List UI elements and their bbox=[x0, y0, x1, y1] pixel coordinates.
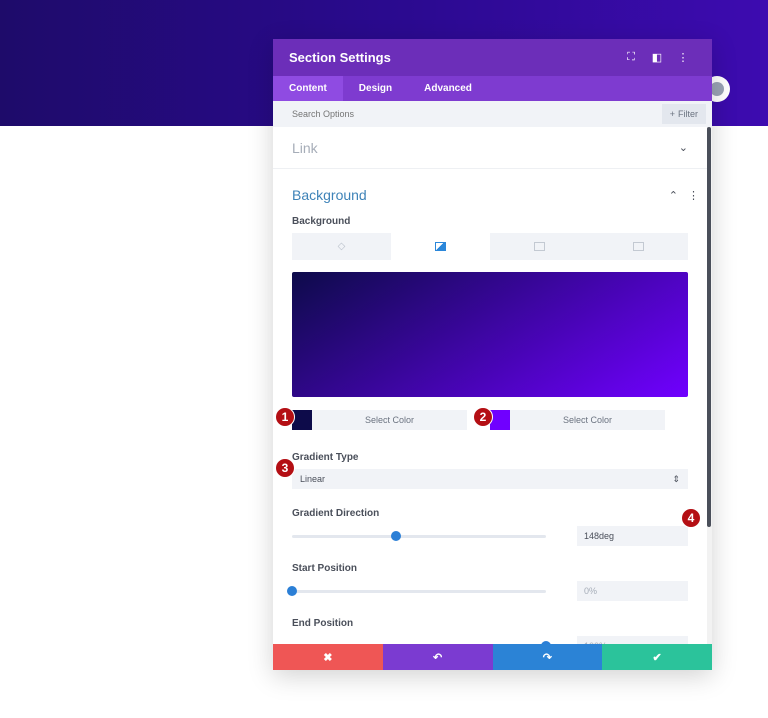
gradient-color-2[interactable]: Select Color bbox=[490, 410, 665, 430]
image-icon bbox=[534, 242, 545, 251]
settings-content: Link ⌄ Background ⌃ ⋮ Background ◇ Selec… bbox=[273, 127, 707, 644]
filter-button[interactable]: + Filter bbox=[661, 104, 706, 124]
undo-button[interactable]: ↶ bbox=[382, 644, 493, 670]
scrollbar-thumb[interactable] bbox=[707, 127, 711, 527]
filter-label: Filter bbox=[678, 109, 698, 119]
end-position-control: 100% bbox=[273, 636, 707, 644]
bg-type-gradient[interactable] bbox=[391, 233, 490, 260]
section-settings-modal: Section Settings ⛶ ◧ ⋮ Content Design Ad… bbox=[273, 39, 712, 670]
section-options-icon[interactable]: ⋮ bbox=[688, 189, 699, 202]
bg-type-image[interactable] bbox=[490, 233, 589, 260]
plus-icon: + bbox=[669, 109, 675, 119]
save-button[interactable]: ✔ bbox=[602, 644, 712, 670]
gradient-direction-label: Gradient Direction bbox=[292, 508, 380, 519]
end-position-label: End Position bbox=[292, 618, 354, 629]
bg-type-video[interactable] bbox=[589, 233, 688, 260]
gradient-direction-slider[interactable] bbox=[292, 530, 546, 541]
modal-footer: ✖ ↶ ↷ ✔ bbox=[273, 644, 712, 670]
chevron-down-icon[interactable]: ⌄ bbox=[679, 141, 688, 154]
start-position-label: Start Position bbox=[292, 563, 358, 574]
redo-button[interactable]: ↷ bbox=[492, 644, 603, 670]
gradient-preview bbox=[292, 272, 688, 397]
close-icon: ✖ bbox=[323, 651, 333, 664]
end-position-input[interactable]: 100% bbox=[577, 636, 688, 644]
settings-icon bbox=[710, 82, 724, 96]
modal-title: Section Settings bbox=[289, 50, 391, 65]
color-swatch-1[interactable] bbox=[292, 410, 312, 430]
gradient-direction-input[interactable]: 148deg bbox=[577, 526, 688, 546]
search-bar: + Filter bbox=[273, 101, 712, 127]
tab-content[interactable]: Content bbox=[273, 76, 343, 101]
search-input[interactable] bbox=[292, 109, 662, 119]
slider-handle[interactable] bbox=[287, 585, 297, 596]
select-arrows-icon: ⇕ bbox=[672, 473, 680, 484]
gradient-type-label: Gradient Type bbox=[292, 452, 359, 463]
slider-handle[interactable] bbox=[391, 530, 402, 541]
video-icon bbox=[633, 242, 644, 251]
select-color-1[interactable]: Select Color bbox=[312, 410, 467, 430]
cancel-button[interactable]: ✖ bbox=[273, 644, 383, 670]
tab-advanced[interactable]: Advanced bbox=[408, 76, 488, 101]
modal-header: Section Settings ⛶ ◧ ⋮ bbox=[273, 39, 712, 76]
link-section-title: Link bbox=[292, 139, 318, 156]
background-section-toggle[interactable]: Background ⌃ ⋮ bbox=[273, 174, 707, 216]
start-position-input[interactable]: 0% bbox=[577, 581, 688, 601]
bg-type-color[interactable]: ◇ bbox=[292, 233, 391, 260]
modal-tabs: Content Design Advanced bbox=[273, 76, 712, 101]
gradient-color-1[interactable]: Select Color bbox=[292, 410, 467, 430]
expand-icon[interactable]: ⛶ bbox=[618, 51, 644, 64]
paint-bucket-icon: ◇ bbox=[337, 241, 346, 252]
link-section-toggle[interactable]: Link ⌄ bbox=[273, 127, 707, 169]
annotation-badge-4: 4 bbox=[681, 508, 701, 528]
background-field-label: Background bbox=[292, 216, 351, 227]
gradient-direction-control: 148deg bbox=[273, 526, 707, 546]
gradient-type-select[interactable]: Linear ⇕ bbox=[292, 469, 688, 489]
color-swatch-2[interactable] bbox=[490, 410, 510, 430]
select-color-2[interactable]: Select Color bbox=[510, 410, 665, 430]
start-position-control: 0% bbox=[273, 581, 707, 601]
start-position-slider[interactable] bbox=[287, 585, 546, 596]
redo-icon: ↷ bbox=[542, 651, 552, 664]
background-section-title: Background bbox=[292, 187, 367, 203]
tab-design[interactable]: Design bbox=[343, 76, 408, 101]
gradient-type-value: Linear bbox=[300, 474, 326, 484]
annotation-badge-1: 1 bbox=[275, 407, 295, 427]
chevron-up-icon[interactable]: ⌃ bbox=[669, 189, 678, 202]
undo-icon: ↶ bbox=[433, 651, 443, 664]
annotation-badge-3: 3 bbox=[275, 458, 295, 478]
annotation-badge-2: 2 bbox=[473, 407, 493, 427]
sidebar-toggle-icon[interactable]: ◧ bbox=[644, 51, 670, 64]
gradient-icon bbox=[435, 242, 446, 251]
check-icon: ✔ bbox=[652, 651, 662, 664]
background-type-tabs: ◇ bbox=[292, 233, 688, 260]
more-options-icon[interactable]: ⋮ bbox=[670, 51, 696, 64]
